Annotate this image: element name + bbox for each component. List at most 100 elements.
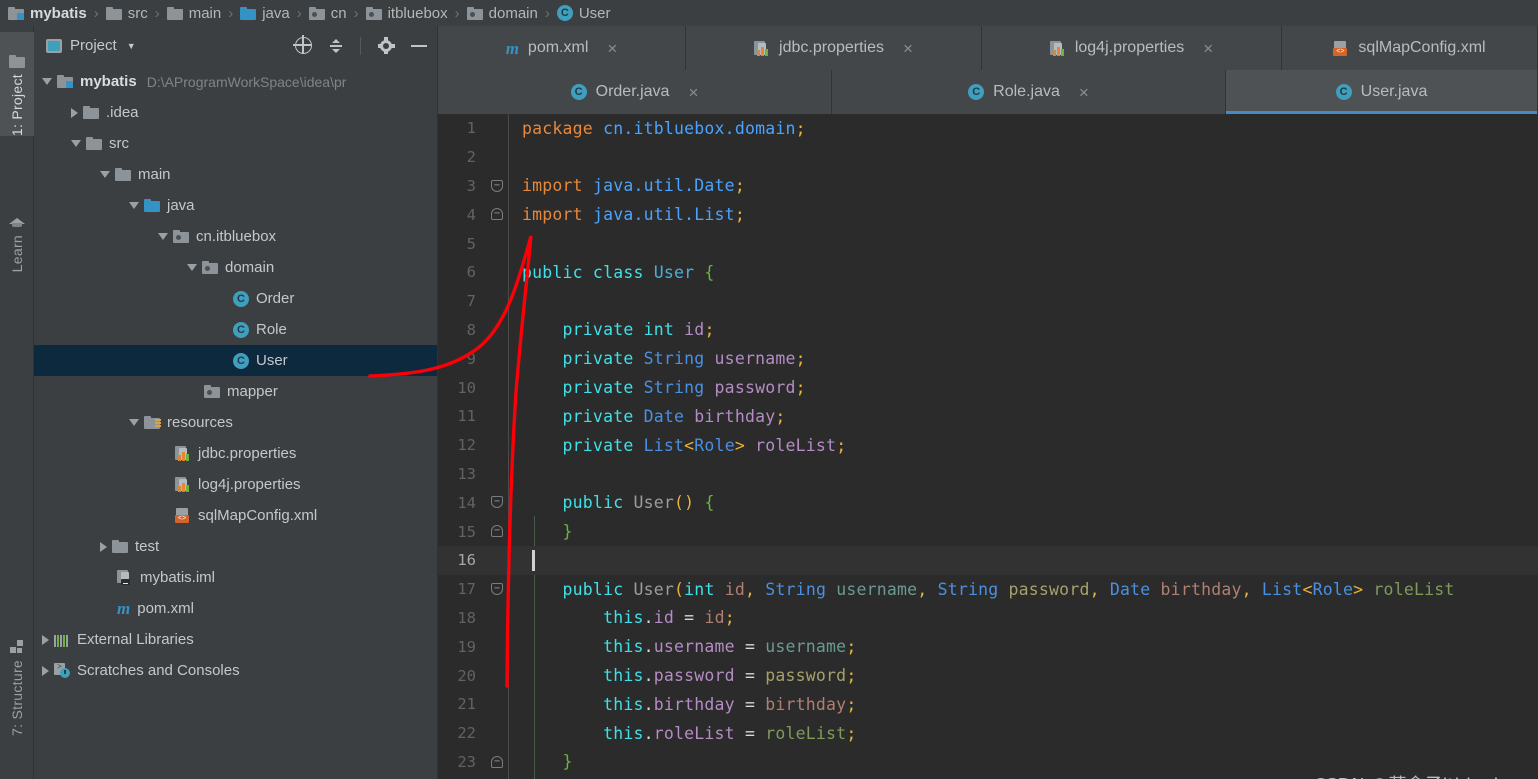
chevron-down-icon[interactable] <box>42 78 52 85</box>
code-line[interactable]: 18 this.id = id; <box>438 604 1538 633</box>
fold-column[interactable] <box>486 402 508 431</box>
fold-column[interactable] <box>486 287 508 316</box>
breadcrumb-item-itbluebox[interactable]: itbluebox <box>365 0 448 26</box>
fold-column[interactable]: − <box>486 488 508 517</box>
code-line[interactable]: 16 <box>438 545 1538 575</box>
tree-node-java[interactable]: java <box>34 190 437 221</box>
code-line[interactable]: 6 public class User { <box>438 258 1538 287</box>
code-editor[interactable]: 1 package cn.itbluebox.domain; 2 3− import j… <box>438 114 1538 779</box>
close-icon[interactable]: × <box>1079 84 1089 101</box>
tree-node-external-libraries[interactable]: External Libraries <box>34 624 437 655</box>
code-line[interactable]: 1 package cn.itbluebox.domain; <box>438 114 1538 143</box>
line-number[interactable]: 7 <box>438 292 486 310</box>
chevron-right-icon[interactable] <box>42 634 49 645</box>
tree-node-test[interactable]: test <box>34 531 437 562</box>
editor-tab-order-java[interactable]: C Order.java × <box>438 70 832 114</box>
line-number[interactable]: 3 <box>438 177 486 195</box>
breadcrumb-item-mybatis[interactable]: mybatis <box>8 0 87 26</box>
line-number[interactable]: 9 <box>438 350 486 368</box>
line-number[interactable]: 22 <box>438 724 486 742</box>
close-icon[interactable]: × <box>903 40 913 57</box>
fold-collapse-icon[interactable]: − <box>491 496 503 509</box>
code-line[interactable]: 19 this.username = username; <box>438 632 1538 661</box>
chevron-right-icon[interactable] <box>100 541 107 552</box>
line-number[interactable]: 18 <box>438 609 486 627</box>
tree-node-jdbc-properties[interactable]: jdbc.properties <box>34 438 437 469</box>
editor-tab-sqlmapconfig-xml[interactable]: <> sqlMapConfig.xml <box>1282 26 1538 70</box>
fold-column[interactable] <box>486 460 508 489</box>
line-number[interactable]: 13 <box>438 465 486 483</box>
tree-node-role[interactable]: C Role <box>34 314 437 345</box>
project-title-group[interactable]: Project ▼ <box>46 37 136 54</box>
fold-column[interactable] <box>486 344 508 373</box>
fold-column[interactable] <box>486 431 508 460</box>
line-number[interactable]: 11 <box>438 407 486 425</box>
breadcrumb-item-user[interactable]: C User <box>556 0 611 26</box>
close-icon[interactable]: × <box>688 84 698 101</box>
code-line[interactable]: 12 private List<Role> roleList; <box>438 431 1538 460</box>
tree-node-user[interactable]: C User <box>34 345 437 376</box>
close-icon[interactable]: × <box>607 40 617 57</box>
editor-tab-user-java[interactable]: C User.java <box>1226 70 1538 114</box>
tree-node-main[interactable]: main <box>34 159 437 190</box>
tree-node-src[interactable]: src <box>34 128 437 159</box>
fold-column[interactable] <box>486 316 508 345</box>
chevron-down-icon[interactable] <box>129 202 139 209</box>
fold-column[interactable]: − <box>486 200 508 229</box>
collapse-all-icon[interactable] <box>328 38 344 54</box>
line-number[interactable]: 2 <box>438 148 486 166</box>
line-number[interactable]: 21 <box>438 695 486 713</box>
tree-node-mapper[interactable]: mapper <box>34 376 437 407</box>
rail-button-ites[interactable]: ites <box>0 744 34 779</box>
fold-column[interactable]: − <box>486 575 508 604</box>
code-line[interactable]: 10 private String password; <box>438 373 1538 402</box>
tree-node-domain[interactable]: domain <box>34 252 437 283</box>
code-line[interactable]: 11 private Date birthday; <box>438 402 1538 431</box>
code-line[interactable]: 22 this.roleList = roleList; <box>438 719 1538 748</box>
line-number[interactable]: 17 <box>438 580 486 598</box>
code-line[interactable]: 21 this.birthday = birthday; <box>438 690 1538 719</box>
line-number[interactable]: 6 <box>438 263 486 281</box>
fold-column[interactable] <box>486 143 508 172</box>
code-line[interactable]: 14− public User() { <box>438 488 1538 517</box>
chevron-right-icon[interactable] <box>42 665 49 676</box>
line-number[interactable]: 15 <box>438 523 486 541</box>
line-number[interactable]: 23 <box>438 753 486 771</box>
code-line[interactable]: 13 <box>438 460 1538 489</box>
breadcrumb-item-domain[interactable]: domain <box>466 0 538 26</box>
chevron-down-icon[interactable] <box>187 264 197 271</box>
breadcrumb-item-java[interactable]: java <box>240 0 290 26</box>
chevron-down-icon[interactable] <box>158 233 168 240</box>
chevron-down-icon[interactable] <box>71 140 81 147</box>
close-icon[interactable]: × <box>1203 40 1213 57</box>
editor-tab-log4j-properties[interactable]: log4j.properties × <box>982 26 1282 70</box>
minus-icon[interactable] <box>411 44 427 47</box>
crosshair-icon[interactable] <box>293 35 312 54</box>
fold-column[interactable] <box>486 373 508 402</box>
code-line[interactable]: 8 private int id; <box>438 316 1538 345</box>
tree-node-mybatis[interactable]: mybatis D:\AProgramWorkSpace\idea\pr <box>34 66 437 97</box>
tree-node-log4j-properties[interactable]: log4j.properties <box>34 469 437 500</box>
gear-icon[interactable] <box>377 37 395 55</box>
code-line[interactable]: 17− public User(int id, String username,… <box>438 575 1538 604</box>
fold-column[interactable] <box>486 632 508 661</box>
fold-column[interactable] <box>486 258 508 287</box>
code-line[interactable]: 20 this.password = password; <box>438 661 1538 690</box>
code-line[interactable]: 4− import java.util.List; <box>438 200 1538 229</box>
code-line[interactable]: 2 <box>438 143 1538 172</box>
tree-node-mybatis-iml[interactable]: mybatis.iml <box>34 562 437 593</box>
tree-node-cn-itbluebox[interactable]: cn.itbluebox <box>34 221 437 252</box>
chevron-down-icon[interactable] <box>100 171 110 178</box>
fold-collapse-icon[interactable]: − <box>491 179 503 192</box>
fold-column[interactable] <box>486 719 508 748</box>
line-number[interactable]: 8 <box>438 321 486 339</box>
line-number[interactable]: 20 <box>438 667 486 685</box>
line-number[interactable]: 12 <box>438 436 486 454</box>
rail-button-project[interactable]: 1: Project <box>0 32 34 136</box>
fold-end-icon[interactable]: − <box>491 525 503 538</box>
code-line[interactable]: 5 <box>438 229 1538 258</box>
fold-column[interactable] <box>486 114 508 143</box>
editor-tab-role-java[interactable]: C Role.java × <box>832 70 1226 114</box>
fold-column[interactable] <box>486 604 508 633</box>
tree-node--idea[interactable]: .idea <box>34 97 437 128</box>
